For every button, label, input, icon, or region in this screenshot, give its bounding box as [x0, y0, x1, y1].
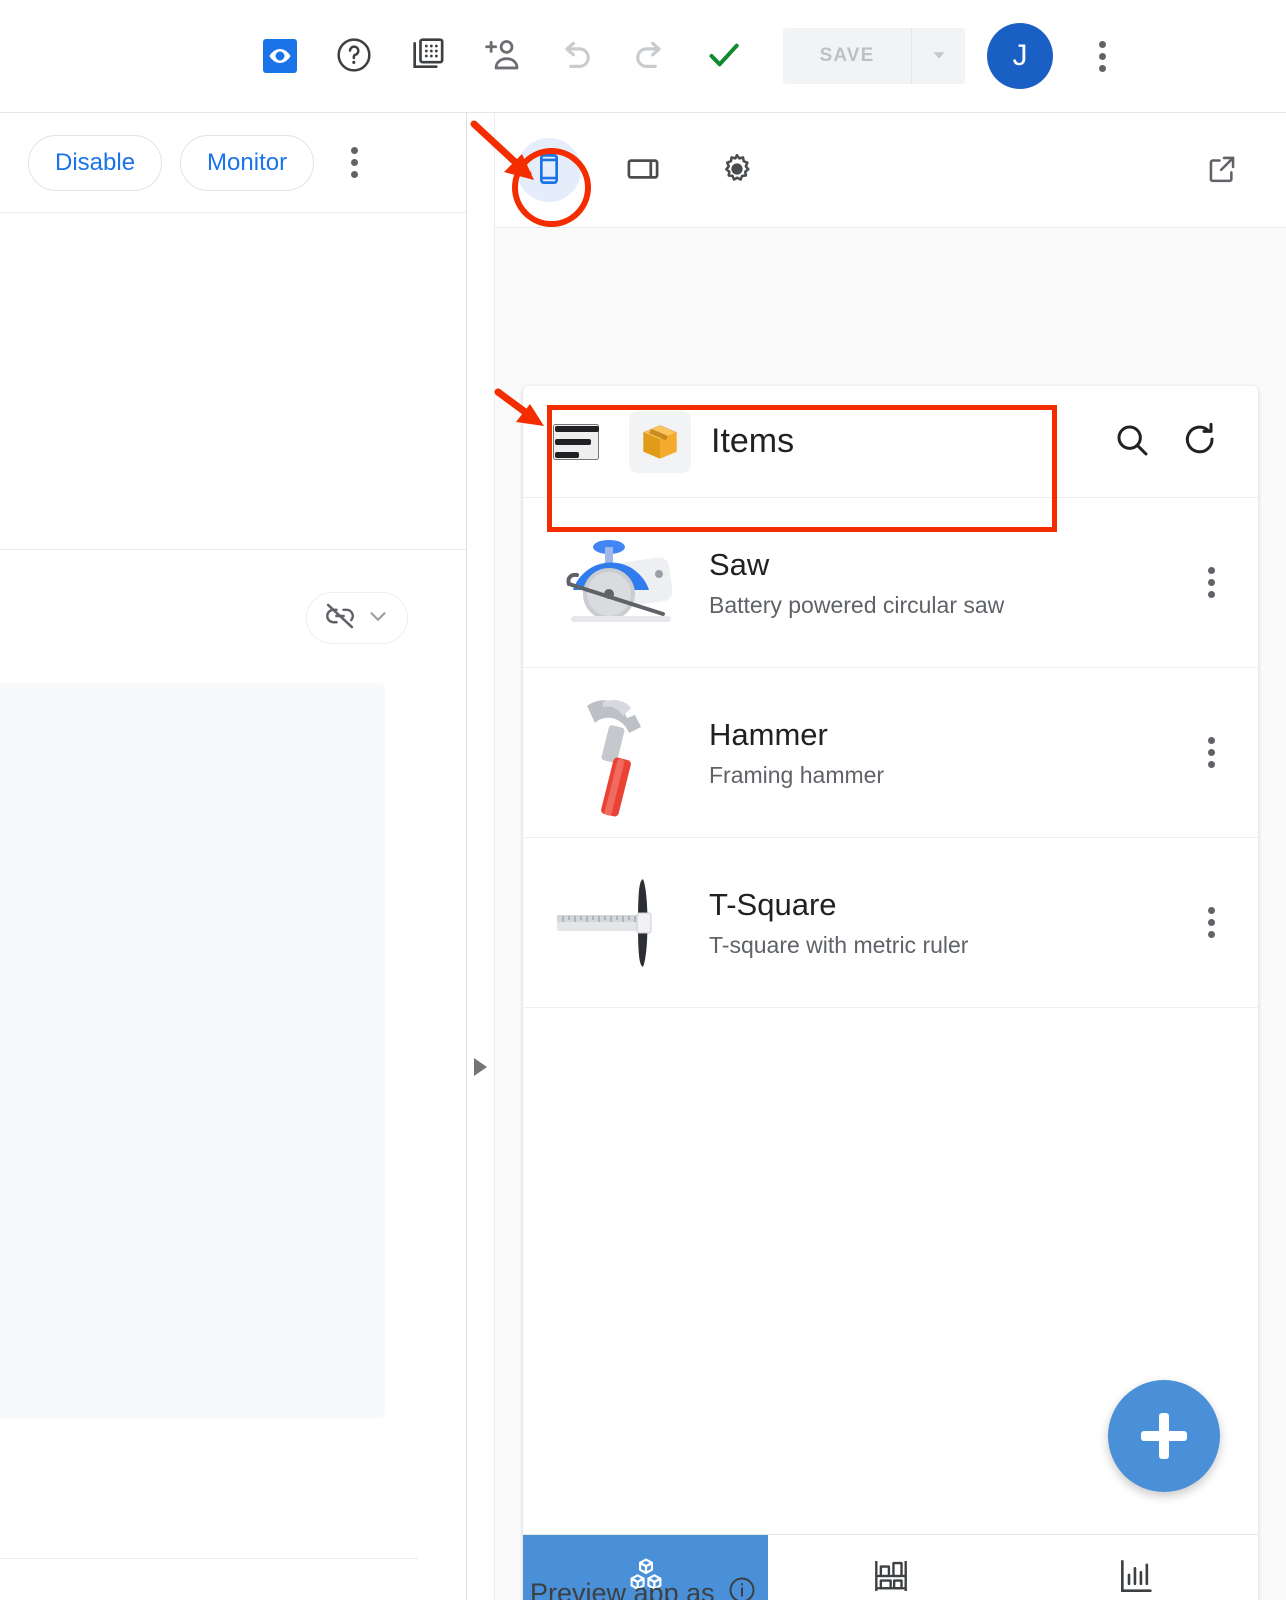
preview-eye-button[interactable] — [243, 19, 317, 93]
undo-icon — [555, 34, 597, 79]
preview-eye-icon — [263, 39, 297, 73]
hammer-illustration-icon — [545, 694, 697, 816]
device-toolbar — [495, 113, 1286, 228]
left-panel-section-empty — [0, 213, 466, 550]
open-external-button[interactable] — [1198, 146, 1246, 194]
left-panel-overflow-button[interactable] — [330, 135, 378, 191]
left-properties-panel: Disable Monitor — [0, 113, 467, 1600]
expand-panel-arrow-icon[interactable] — [474, 1058, 487, 1076]
more-vert-icon — [1207, 737, 1215, 768]
item-row-tsquare[interactable]: T-Square T-square with metric ruler — [523, 838, 1258, 1008]
item-text-block: Saw Battery powered circular saw — [709, 546, 1176, 620]
unlink-binding-button[interactable] — [306, 591, 408, 644]
item-subtitle: T-square with metric ruler — [709, 932, 969, 959]
more-vert-icon — [350, 147, 358, 178]
toolbar-overflow-button[interactable] — [1077, 26, 1127, 86]
device-settings-button[interactable] — [705, 138, 769, 202]
link-off-icon — [323, 599, 357, 636]
bottom-nav-levels[interactable]: Levels — [1013, 1535, 1258, 1600]
redo-button[interactable] — [613, 19, 687, 93]
search-button[interactable] — [1104, 414, 1160, 470]
top-toolbar: SAVE J — [0, 0, 1286, 113]
chevron-down-icon — [365, 603, 391, 632]
redo-icon — [629, 34, 671, 79]
t-square-illustration-icon — [545, 864, 697, 982]
left-panel-divider — [0, 1558, 418, 1559]
add-person-icon — [481, 34, 523, 79]
item-row-saw[interactable]: Saw Battery powered circular saw — [523, 498, 1258, 668]
preview-pane: Items Saw Battery powered circular saw H… — [495, 113, 1286, 1600]
refresh-icon — [1180, 420, 1220, 463]
device-tablet-button[interactable] — [611, 138, 675, 202]
item-title: Saw — [709, 546, 770, 582]
save-dropdown-button[interactable] — [912, 28, 965, 84]
undo-button[interactable] — [539, 19, 613, 93]
item-overflow-button[interactable] — [1176, 883, 1246, 963]
item-subtitle: Battery powered circular saw — [709, 592, 1005, 619]
screens-icon — [408, 35, 448, 78]
open-in-new-icon — [1205, 152, 1239, 189]
screens-button[interactable] — [391, 19, 465, 93]
app-title: Items — [711, 422, 795, 460]
item-overflow-button[interactable] — [1176, 543, 1246, 623]
monitor-button[interactable]: Monitor — [180, 134, 315, 191]
preview-app-as-row: Preview app as — [495, 1575, 757, 1600]
device-phone-button[interactable] — [517, 138, 581, 202]
save-button-group: SAVE — [783, 28, 965, 84]
left-panel-action-row: Disable Monitor — [0, 113, 466, 213]
item-overflow-button[interactable] — [1176, 713, 1246, 793]
bottom-nav-inventory-log[interactable]: Inventory Log — [768, 1535, 1013, 1600]
check-icon — [704, 35, 744, 78]
phone-frame: Items Saw Battery powered circular saw H… — [523, 386, 1258, 1600]
shelf-icon — [870, 1555, 912, 1600]
left-panel-preview-placeholder — [0, 683, 385, 1418]
circular-saw-illustration-icon — [545, 524, 697, 642]
validate-check-button[interactable] — [687, 19, 761, 93]
item-title: T-Square — [709, 886, 837, 922]
add-item-fab[interactable] — [1108, 1380, 1220, 1492]
app-logo-icon — [629, 410, 691, 473]
toolbar-icon-group: SAVE J — [243, 19, 1127, 93]
item-text-block: T-Square T-square with metric ruler — [709, 886, 1176, 960]
item-row-hammer[interactable]: Hammer Framing hammer — [523, 668, 1258, 838]
preview-app-as-label: Preview app as — [530, 1578, 715, 1600]
panel-splitter[interactable] — [467, 113, 495, 1600]
info-icon[interactable] — [727, 1575, 757, 1600]
disable-button[interactable]: Disable — [28, 134, 163, 191]
tablet-landscape-icon — [625, 151, 661, 190]
gear-icon — [719, 151, 755, 190]
add-person-button[interactable] — [465, 19, 539, 93]
preview-canvas: Items Saw Battery powered circular saw H… — [495, 228, 1286, 1600]
left-panel-binding-row — [0, 550, 466, 685]
avatar[interactable]: J — [987, 23, 1053, 89]
app-menu-button[interactable] — [553, 423, 599, 460]
more-vert-icon — [1098, 40, 1106, 72]
help-icon — [334, 35, 374, 78]
item-subtitle: Framing hammer — [709, 762, 885, 789]
save-button[interactable]: SAVE — [783, 28, 911, 84]
help-button[interactable] — [317, 19, 391, 93]
more-vert-icon — [1207, 907, 1215, 938]
phone-icon — [532, 152, 566, 189]
refresh-button[interactable] — [1172, 414, 1228, 470]
app-root: SAVE J Disable Monitor Items Saw Battery… — [0, 0, 1286, 1600]
search-icon — [1112, 420, 1152, 463]
app-bar: Items — [523, 386, 1258, 498]
item-text-block: Hammer Framing hammer — [709, 716, 1176, 790]
item-title: Hammer — [709, 716, 828, 752]
chevron-down-icon — [928, 44, 950, 69]
more-vert-icon — [1207, 567, 1215, 598]
bar-chart-icon — [1115, 1555, 1157, 1600]
